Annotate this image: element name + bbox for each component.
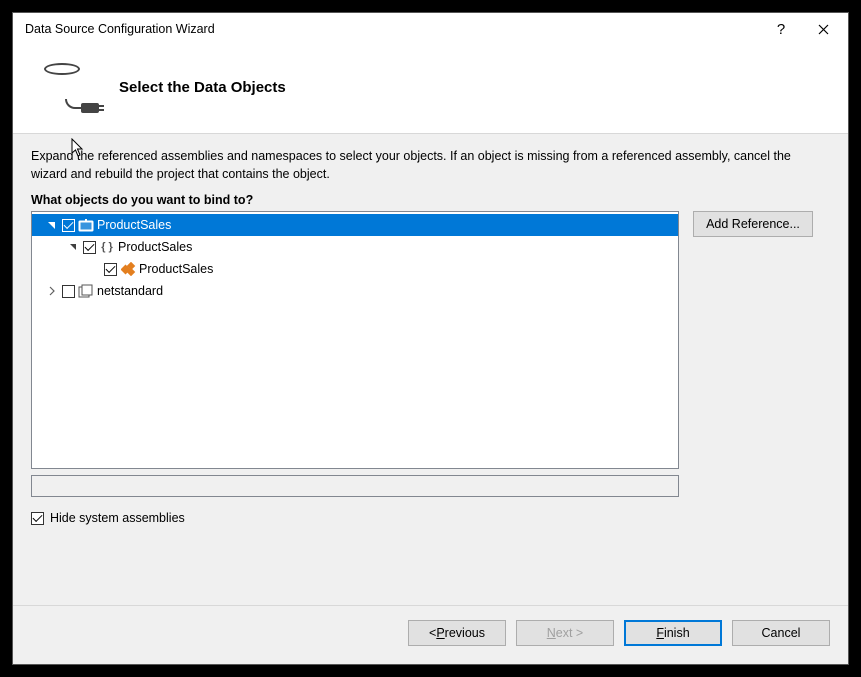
tree-node-productsales-cls[interactable]: ProductSales [32,258,678,280]
checkbox[interactable] [104,263,117,276]
add-reference-button[interactable]: Add Reference... [693,211,813,237]
tree-node-productsales-ns[interactable]: { } ProductSales [32,236,678,258]
tree-node-label: netstandard [97,284,163,298]
chevron-right-icon[interactable] [45,284,59,298]
chevron-down-icon[interactable] [45,218,59,232]
wizard-heading: Select the Data Objects [119,79,286,96]
tree-node-label: ProductSales [139,262,213,276]
checkbox[interactable] [31,512,44,525]
next-button[interactable]: Next > [516,620,614,646]
help-button[interactable]: ? [760,13,802,45]
status-bar [31,475,679,497]
namespace-icon: { } [99,239,115,255]
checkbox[interactable] [62,285,75,298]
tree-node-label: ProductSales [118,240,192,254]
close-button[interactable] [802,13,844,45]
objects-tree[interactable]: ProductSales { } ProductSales [31,211,679,469]
wizard-body: Expand the referenced assemblies and nam… [13,134,848,605]
tree-node-label: ProductSales [97,218,171,232]
wizard-header: Select the Data Objects [13,45,848,134]
instructions-text: Expand the referenced assemblies and nam… [31,148,830,183]
project-icon [78,217,94,233]
class-icon [120,261,136,277]
checkbox[interactable] [62,219,75,232]
close-icon [818,24,829,35]
tree-node-netstandard[interactable]: netstandard [32,280,678,302]
expander-empty [87,262,101,276]
assembly-icon [78,283,94,299]
window-title: Data Source Configuration Wizard [25,22,760,36]
previous-label-rest: revious [445,626,485,640]
previous-label-u: P [436,626,444,640]
hide-system-label: Hide system assemblies [50,511,185,525]
titlebar: Data Source Configuration Wizard ? [13,13,848,45]
cancel-button[interactable]: Cancel [732,620,830,646]
previous-button[interactable]: < Previous [408,620,506,646]
tree-node-productsales-asm[interactable]: ProductSales [32,214,678,236]
help-icon: ? [777,21,785,38]
chevron-down-icon[interactable] [66,240,80,254]
database-plug-icon [41,63,95,111]
wizard-window: Data Source Configuration Wizard ? Selec… [12,12,849,665]
wizard-footer: < Previous Next > Finish Cancel [13,605,848,664]
finish-button[interactable]: Finish [624,620,722,646]
hide-system-checkbox-row[interactable]: Hide system assemblies [31,511,830,525]
checkbox[interactable] [83,241,96,254]
bind-question-label: What objects do you want to bind to? [31,193,830,207]
